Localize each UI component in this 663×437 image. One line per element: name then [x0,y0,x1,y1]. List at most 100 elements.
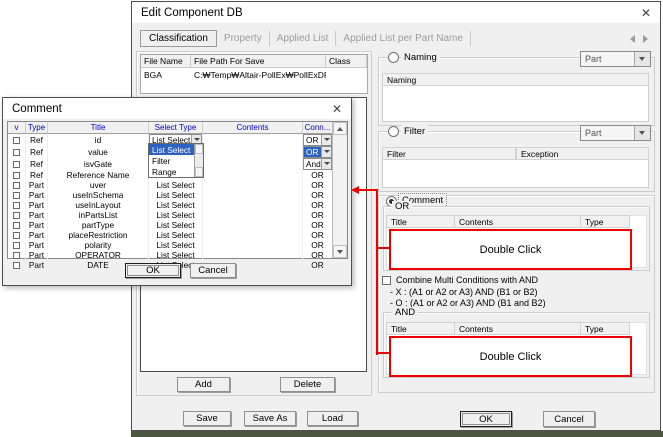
contents-cell [203,190,303,200]
conn-combobox[interactable]: OR [303,146,332,158]
annotation-line [376,189,378,355]
table-row[interactable]: Part partType List Select OR [8,220,332,230]
contents-cell [203,220,303,230]
tab-scroll-left-icon[interactable] [630,35,635,43]
and-double-click-area[interactable]: Double Click [389,336,632,377]
select-type-cell: List Select [149,220,203,230]
and-title-header: Title [386,322,455,335]
naming-list-header: Naming [382,73,649,86]
close-icon[interactable]: ✕ [641,7,651,19]
load-button[interactable]: Load [307,411,358,426]
file-path-cell: C:₩Temp₩Altair-PollEx₩PollExDFM' [191,68,326,81]
select-type-column-header[interactable]: Select Type [149,122,203,134]
cancel-button[interactable]: Cancel [543,411,595,427]
table-row[interactable]: Part useInLayout List Select OR [8,200,332,210]
row-checkbox[interactable] [13,202,20,209]
title-cell: Reference Name [48,170,149,180]
conn-cell: OR [303,240,332,250]
table-row[interactable]: Part inPartsList List Select OR [8,210,332,220]
filter-scope-value: Part [581,128,634,138]
load-button-label: Load [322,413,343,424]
contents-cell [203,180,303,190]
dropdown-option-filter[interactable]: Filter [149,155,194,166]
filter-radio-label: Filter [401,125,428,138]
scroll-down-icon[interactable] [333,245,347,258]
or-conditions-group: OR Title Contents Type Double Click [383,206,650,271]
row-checkbox[interactable] [13,149,20,156]
save-button[interactable]: Save [183,411,231,426]
title-cell: useInLayout [48,200,149,210]
naming-radio-label: Naming [401,51,440,64]
select-type-cell: List Select [149,250,203,260]
filter-scope-combobox[interactable]: Part [580,125,651,141]
row-checkbox[interactable] [13,212,20,219]
scroll-up-icon[interactable] [333,122,347,135]
select-type-cell: List Select [149,200,203,210]
contents-cell [203,146,303,158]
dropdown-option-list-select[interactable]: List Select [149,144,194,155]
ok-button[interactable]: OK [460,411,512,427]
table-row[interactable]: Part useInSchema List Select OR [8,190,332,200]
save-button-label: Save [196,413,218,424]
conn-combobox[interactable]: OR [303,134,332,146]
comment-dialog: Comment ✕ v Type Title Select Type Conte… [2,97,352,286]
add-button[interactable]: Add [177,377,230,392]
contents-column-header[interactable]: Contents [203,122,303,134]
chevron-down-icon[interactable] [321,147,331,157]
chevron-down-icon[interactable] [634,52,650,66]
or-double-click-area[interactable]: Double Click [389,229,632,270]
tab-scroll-right-icon[interactable] [643,35,648,43]
contents-cell [203,134,303,146]
delete-button[interactable]: Delete [280,377,335,392]
type-cell: Ref [26,134,48,146]
chevron-down-icon[interactable] [321,159,331,169]
dropdown-option-range[interactable]: Range [149,166,194,177]
title-cell: partType [48,220,149,230]
type-cell: Part [26,260,48,270]
table-row[interactable]: Part OPERATOR List Select OR [8,250,332,260]
tab-applied-list[interactable]: Applied List [270,31,337,46]
close-icon[interactable]: ✕ [332,103,342,115]
row-checkbox[interactable] [13,232,20,239]
comment-dialog-titlebar: Comment ✕ [3,98,351,119]
naming-scope-combobox[interactable]: Part [580,51,651,67]
table-row[interactable]: Part uver List Select OR [8,180,332,190]
table-row[interactable]: Part placeRestriction List Select OR [8,230,332,240]
row-checkbox[interactable] [13,222,20,229]
combine-multi-conditions-checkbox[interactable] [382,276,391,285]
conn-column-header[interactable]: Conn... [303,122,332,134]
row-checkbox[interactable] [13,182,20,189]
contents-cell [203,230,303,240]
row-checkbox[interactable] [13,242,20,249]
save-as-button[interactable]: Save As [244,411,296,426]
title-column-header[interactable]: Title [48,122,149,134]
conn-value: And [304,159,321,169]
vertical-scrollbar[interactable] [332,122,347,258]
table-row[interactable]: Part polarity List Select OR [8,240,332,250]
conn-combobox[interactable]: And [303,158,332,170]
chevron-down-icon[interactable] [321,135,331,145]
tab-strip: Classification Property Applied List App… [140,29,471,48]
and-type-header: Type [580,322,630,335]
row-checkbox[interactable] [13,161,20,168]
row-checkbox[interactable] [13,262,20,269]
naming-radio[interactable] [388,52,399,63]
ok-button[interactable]: OK [125,263,181,278]
row-checkbox[interactable] [13,252,20,259]
conn-cell: OR [303,230,332,240]
row-checkbox[interactable] [13,172,20,179]
conn-cell: OR [303,134,332,146]
chevron-down-icon[interactable] [634,126,650,140]
filter-radio[interactable] [388,126,399,137]
tab-classification[interactable]: Classification [140,30,217,47]
dropdown-scrollbar[interactable] [194,144,203,177]
tab-property[interactable]: Property [217,31,270,46]
check-column-header[interactable]: v [8,122,26,134]
cancel-button[interactable]: Cancel [190,263,236,278]
row-checkbox[interactable] [13,137,20,144]
table-row[interactable]: BGA C:₩Temp₩Altair-PollEx₩PollExDFM' [141,68,367,81]
row-checkbox[interactable] [13,192,20,199]
tab-applied-list-per-part-name[interactable]: Applied List per Part Name [336,31,471,46]
add-button-label: Add [195,379,212,390]
type-column-header[interactable]: Type [26,122,48,134]
